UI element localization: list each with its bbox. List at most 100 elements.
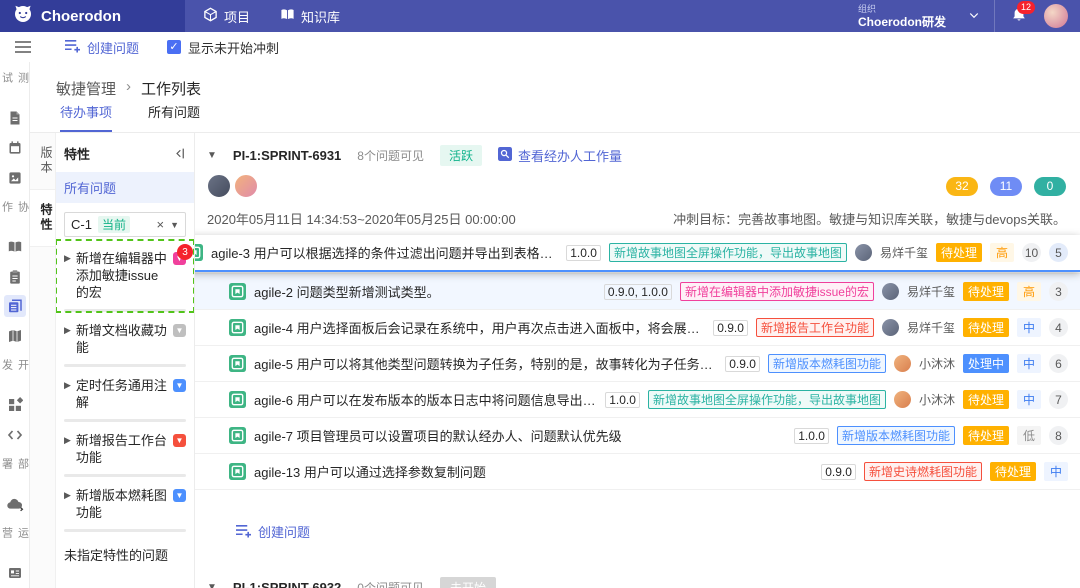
panel-vtab-特性[interactable]: 特性	[30, 190, 55, 247]
issue-row-dragging[interactable]: agile-3 用户可以根据选择的条件过滤出问题并导出到表格中。1.0.0新增故…	[195, 235, 1080, 272]
code-icon[interactable]	[4, 424, 26, 446]
sprint-collapse-caret[interactable]: ▼	[207, 150, 217, 161]
ops-card-icon[interactable]	[4, 562, 26, 584]
feature-item[interactable]: ▶新增版本燃耗图功能▼	[56, 477, 194, 532]
story-type-icon	[229, 427, 246, 444]
top-nav-知识库[interactable]: 知识库	[280, 7, 340, 26]
create-issue-bottom-button[interactable]: 创建问题	[235, 522, 1080, 541]
knowledge-icon	[280, 7, 295, 25]
notification-bell[interactable]: 12	[994, 0, 1042, 32]
test-plan-calendar-icon[interactable]	[4, 137, 26, 159]
story-point-count: 10	[1022, 243, 1041, 262]
feature-color-badge-icon[interactable]: ▼	[173, 489, 186, 502]
chevron-down-icon	[968, 9, 980, 24]
feature-color-badge-icon[interactable]: ▼	[173, 324, 186, 337]
issue-row[interactable]: agile-5 用户可以将其他类型问题转换为子任务，特别的是，故事转化为子任务，…	[195, 346, 1080, 382]
sprint-goal: 冲刺目标：完善故事地图。敏捷与知识库关联，敏捷与devops关联。	[673, 209, 1066, 228]
widgets-icon[interactable]	[4, 394, 26, 416]
collapse-panel-icon[interactable]	[173, 147, 186, 160]
fix-version-tag: 0.9.0	[821, 464, 856, 480]
user-avatar[interactable]	[1044, 4, 1068, 28]
sprint-area: ▼ PI-1:SPRINT-6931 8个问题可见 活跃 查看经办人工作量 32	[195, 133, 1080, 588]
issue-summary: agile-7 项目管理员可以设置项目的默认经办人、问题默认优先级	[254, 426, 786, 445]
tab-待办事项[interactable]: 待办事项	[60, 102, 112, 132]
workmap-icon[interactable]	[4, 325, 26, 347]
cube-icon	[203, 7, 218, 25]
sprint2-header: ▼ PI-1:SPRINT-6932 0个问题可见 未开始	[195, 567, 1080, 588]
feature-item[interactable]: ▶定时任务通用注解▼	[56, 367, 194, 422]
fix-version-tag: 1.0.0	[605, 392, 640, 408]
point-pill: 32	[946, 177, 978, 196]
issue-row[interactable]: agile-2 问题类型新增测试类型。0.9.0, 1.0.0新增在编辑器中添加…	[195, 274, 1080, 310]
select-caret-icon[interactable]: ▼	[170, 220, 179, 230]
breadcrumb-agile[interactable]: 敏捷管理	[56, 78, 116, 102]
task-clipboard-icon[interactable]	[4, 266, 26, 288]
sprint-date-range: 2020年05月11日 14:34:53~2020年05月25日 00:00:0…	[207, 209, 516, 228]
story-point-count: 6	[1049, 354, 1068, 373]
org-label: 组织	[858, 4, 946, 15]
clear-icon[interactable]: ×	[156, 217, 164, 232]
sprint2-collapse-caret[interactable]: ▼	[207, 582, 217, 588]
rail-section-label: 部署	[0, 458, 31, 486]
panel-vtab-版本[interactable]: 版本	[30, 133, 55, 190]
priority-badge: 中	[1044, 462, 1068, 481]
fix-version-tag: 0.9.0, 1.0.0	[604, 284, 672, 300]
knowledge-book-icon[interactable]	[4, 236, 26, 258]
unassigned-feature-item[interactable]: 未指定特性的问题	[56, 532, 194, 577]
priority-badge: 中	[1017, 318, 1041, 337]
feature-name: 新增在编辑器中添加敏捷issue的宏	[76, 250, 168, 301]
checkbox-checked[interactable]: ✓	[167, 40, 181, 54]
issue-row[interactable]: agile-4 用户选择面板后会记录在系统中，用户再次点击进入面板中，将会展示用…	[195, 310, 1080, 346]
assignee-name: 小沐沐	[919, 355, 955, 372]
sprint-avatars	[207, 174, 258, 198]
sprint-point-pills: 32110	[946, 177, 1066, 196]
feature-tag: 新增故事地图全屏操作功能，导出故事地图	[609, 243, 847, 262]
sprint-visible-count: 8个问题可见	[357, 147, 424, 164]
expand-caret-icon[interactable]: ▶	[64, 253, 71, 264]
issue-row[interactable]: agile-6 用户可以在发布版本的版本日志中将问题信息导出为Markdown文…	[195, 382, 1080, 418]
workload-link[interactable]: 查看经办人工作量	[498, 146, 622, 165]
page-tabs: 待办事项 所有问题	[30, 102, 1080, 132]
issue-row[interactable]: agile-13 用户可以通过选择参数复制问题0.9.0新增史诗燃耗图功能待处理…	[195, 454, 1080, 490]
left-nav-rail: 测试协作开发部署运营	[0, 62, 30, 588]
expand-caret-icon[interactable]: ▶	[64, 490, 71, 501]
panel-vertical-tabs: 版本特性	[30, 133, 56, 588]
issue-row[interactable]: agile-7 项目管理员可以设置项目的默认经办人、问题默认优先级1.0.0新增…	[195, 418, 1080, 454]
priority-badge: 高	[1017, 282, 1041, 301]
hamburger-menu-icon[interactable]	[14, 40, 32, 54]
backlog-icon[interactable]	[4, 295, 26, 317]
notification-count-badge: 12	[1017, 1, 1035, 14]
cloud-deploy-icon[interactable]	[4, 493, 26, 515]
feature-color-badge-icon[interactable]: ▼	[173, 434, 186, 447]
status-badge: 处理中	[963, 354, 1009, 373]
current-badge: 当前	[98, 216, 130, 233]
org-switcher[interactable]: 组织 Choerodon研发	[844, 0, 994, 32]
feature-item[interactable]: ▶新增文档收藏功能▼	[56, 312, 194, 367]
test-scan-icon[interactable]	[4, 167, 26, 189]
feature-item[interactable]: ▶新增在编辑器中添加敏捷issue的宏▼3	[56, 240, 194, 312]
expand-caret-icon[interactable]: ▶	[64, 325, 71, 336]
tab-所有问题[interactable]: 所有问题	[148, 102, 200, 132]
story-point-count: 5	[1049, 243, 1068, 262]
all-issues-filter[interactable]: 所有问题	[56, 172, 194, 203]
brand-name: Choerodon	[41, 8, 121, 25]
sprint-member-avatar[interactable]	[207, 174, 231, 198]
pi-select[interactable]: C-1 当前 × ▼	[64, 212, 186, 237]
feature-tag: 新增故事地图全屏操作功能，导出故事地图	[648, 390, 886, 409]
test-doc-icon[interactable]	[4, 108, 26, 130]
expand-caret-icon[interactable]: ▶	[64, 380, 71, 391]
feature-color-badge-icon[interactable]: ▼	[173, 379, 186, 392]
priority-badge: 高	[990, 243, 1014, 262]
show-unstarted-sprint-toggle[interactable]: ✓ 显示未开始冲刺	[167, 38, 279, 57]
top-nav-项目[interactable]: 项目	[203, 7, 250, 26]
expand-caret-icon[interactable]: ▶	[64, 435, 71, 446]
priority-badge: 低	[1017, 426, 1041, 445]
story-point-count: 4	[1049, 318, 1068, 337]
feature-item[interactable]: ▶新增报告工作台功能▼	[56, 422, 194, 477]
feature-panel: 特性 所有问题 C-1 当前 × ▼ ▶新增在编辑器中添加敏捷issue的宏▼3…	[56, 133, 195, 588]
app-window: Choerodon 项目 知识库 组织 Choerodon研发 12 创建问题 ✓…	[0, 0, 1080, 588]
assignee-name: 小沐沐	[919, 391, 955, 408]
create-issue-button[interactable]: 创建问题	[64, 38, 139, 57]
brand-logo[interactable]: Choerodon	[0, 0, 185, 32]
sprint-member-avatar[interactable]	[234, 174, 258, 198]
